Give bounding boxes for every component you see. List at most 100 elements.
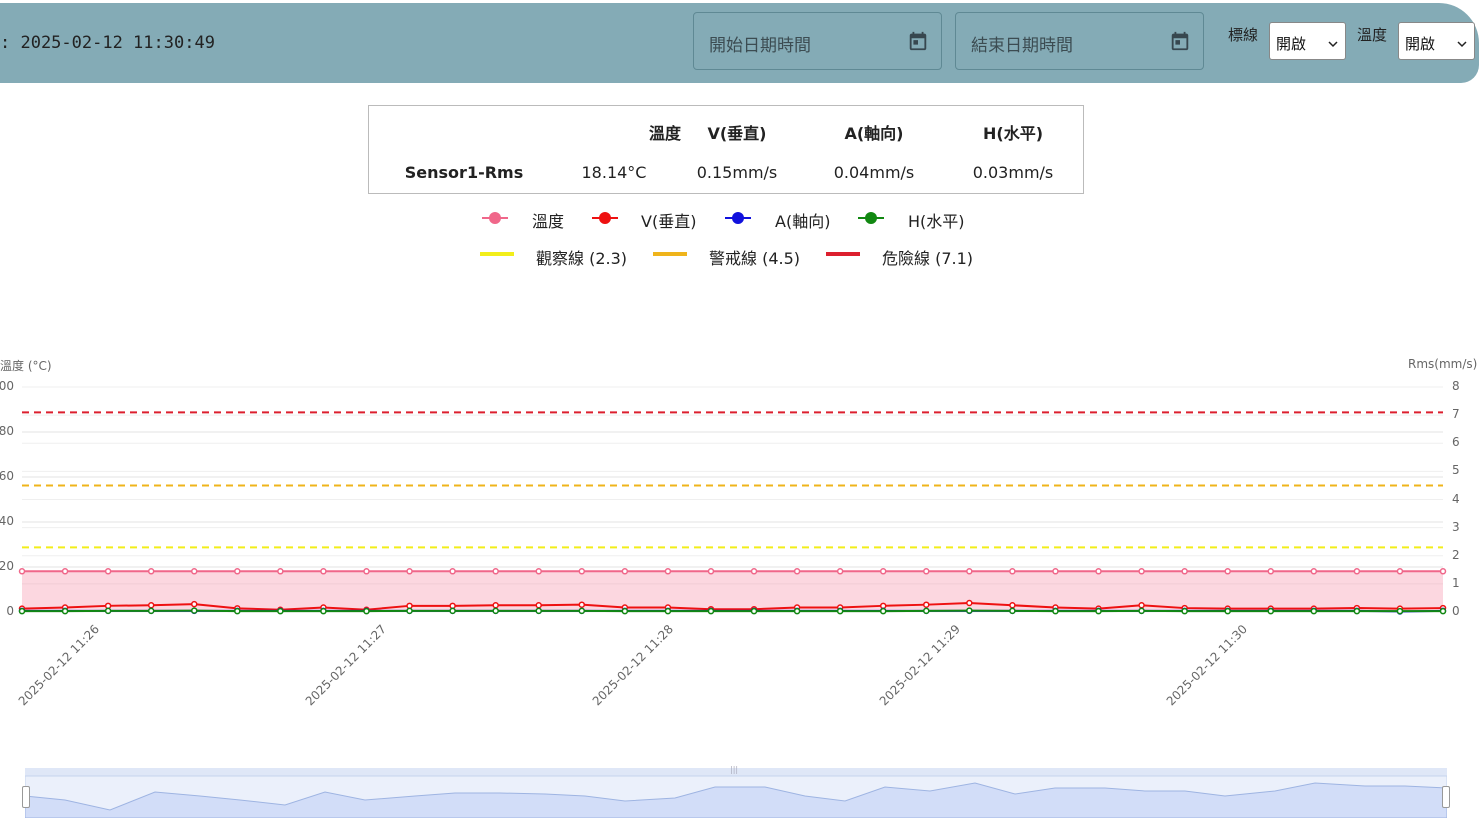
data-point bbox=[234, 568, 241, 575]
data-point bbox=[1396, 607, 1404, 615]
data-point bbox=[147, 568, 155, 575]
data-point bbox=[320, 568, 327, 575]
right-axis-tick: 7 bbox=[1452, 407, 1460, 422]
data-point bbox=[104, 568, 112, 575]
data-point bbox=[1224, 607, 1231, 615]
data-point bbox=[1009, 607, 1016, 615]
data-point bbox=[1439, 607, 1447, 615]
data-point bbox=[1310, 607, 1318, 615]
data-point bbox=[363, 607, 370, 615]
data-point bbox=[1267, 607, 1275, 615]
data-point bbox=[793, 607, 801, 615]
right-axis-tick: 2 bbox=[1452, 547, 1460, 562]
data-point bbox=[190, 607, 198, 614]
data-point bbox=[879, 568, 887, 575]
data-point bbox=[1138, 568, 1145, 575]
right-axis-tick: 8 bbox=[1452, 379, 1460, 393]
slider-left-handle[interactable] bbox=[22, 786, 30, 808]
data-point bbox=[578, 568, 586, 575]
slider-grip-icon[interactable]: ||| bbox=[730, 765, 738, 774]
data-point bbox=[1353, 607, 1361, 615]
left-axis-tick: 100 bbox=[0, 379, 14, 393]
data-point bbox=[492, 568, 499, 575]
data-point bbox=[923, 568, 930, 575]
data-point bbox=[363, 568, 370, 575]
data-point bbox=[836, 568, 844, 575]
data-point bbox=[320, 607, 327, 615]
data-point bbox=[190, 600, 198, 608]
data-point bbox=[492, 607, 499, 615]
data-point bbox=[1439, 568, 1447, 575]
data-point bbox=[492, 602, 499, 609]
data-point bbox=[1009, 602, 1016, 609]
data-point bbox=[449, 568, 456, 575]
data-point bbox=[966, 568, 973, 575]
data-point bbox=[1095, 607, 1102, 615]
slider-preview bbox=[25, 768, 1447, 818]
left-axis-tick: 40 bbox=[0, 514, 14, 528]
data-point bbox=[1310, 568, 1318, 575]
data-point bbox=[406, 568, 413, 575]
slider-right-handle[interactable] bbox=[1442, 786, 1450, 808]
data-point bbox=[1052, 568, 1059, 575]
trend-chart[interactable] bbox=[0, 0, 1479, 824]
data-point bbox=[1181, 607, 1188, 615]
data-point bbox=[535, 568, 542, 575]
right-axis-tick: 3 bbox=[1452, 519, 1460, 534]
temperature-area bbox=[22, 571, 1443, 612]
right-axis-tick: 5 bbox=[1452, 463, 1460, 478]
right-axis-tick: 1 bbox=[1452, 575, 1460, 590]
data-point bbox=[621, 607, 629, 615]
data-point bbox=[966, 607, 973, 614]
data-point bbox=[923, 601, 930, 608]
data-point bbox=[750, 568, 758, 575]
data-point bbox=[707, 568, 715, 575]
data-point bbox=[1224, 568, 1231, 575]
data-point bbox=[966, 599, 973, 607]
data-point bbox=[879, 607, 887, 615]
data-point bbox=[793, 568, 801, 575]
data-point bbox=[277, 568, 284, 575]
data-point bbox=[406, 602, 413, 610]
data-point bbox=[449, 607, 456, 615]
left-axis-tick: 0 bbox=[6, 604, 14, 618]
data-point bbox=[190, 568, 198, 575]
data-point bbox=[535, 602, 542, 609]
left-axis-tick: 60 bbox=[0, 469, 14, 483]
data-point bbox=[104, 602, 112, 610]
data-point bbox=[234, 607, 241, 615]
data-point bbox=[147, 602, 155, 609]
data-point bbox=[1009, 568, 1016, 575]
data-point bbox=[578, 607, 586, 615]
data-point bbox=[1396, 568, 1404, 575]
data-point bbox=[1052, 607, 1059, 615]
data-point bbox=[1181, 568, 1188, 575]
data-point bbox=[1353, 568, 1361, 575]
data-point bbox=[147, 607, 155, 615]
data-point bbox=[449, 602, 456, 610]
right-axis-tick: 4 bbox=[1452, 491, 1460, 506]
data-point bbox=[836, 607, 844, 615]
data-point bbox=[1267, 568, 1275, 575]
data-point bbox=[578, 601, 586, 608]
data-point bbox=[277, 607, 284, 615]
right-axis-tick: 6 bbox=[1452, 435, 1460, 450]
data-point bbox=[406, 607, 413, 615]
data-point bbox=[750, 607, 758, 615]
data-point bbox=[104, 607, 112, 615]
data-point bbox=[621, 568, 629, 575]
right-axis-tick: 0 bbox=[1452, 604, 1460, 618]
data-point bbox=[1138, 607, 1145, 615]
data-point bbox=[879, 602, 887, 610]
time-range-slider[interactable]: ||| bbox=[22, 765, 1450, 818]
data-point bbox=[923, 607, 930, 615]
left-axis-tick: 20 bbox=[0, 559, 14, 573]
data-point bbox=[1095, 568, 1102, 575]
data-point bbox=[535, 607, 542, 615]
data-point bbox=[61, 568, 69, 575]
left-axis-tick: 80 bbox=[0, 424, 14, 438]
data-point bbox=[61, 607, 69, 615]
data-point bbox=[1138, 602, 1145, 609]
data-point bbox=[707, 607, 715, 615]
data-point bbox=[664, 568, 672, 575]
